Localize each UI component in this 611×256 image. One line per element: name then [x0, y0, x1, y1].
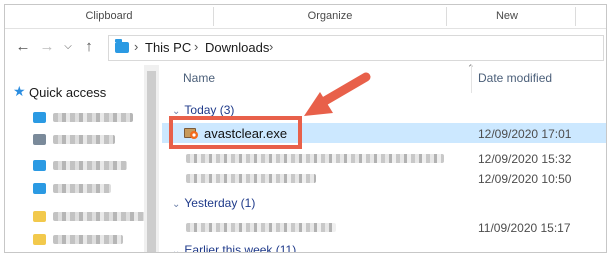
annotation-arrow-icon	[304, 72, 371, 116]
